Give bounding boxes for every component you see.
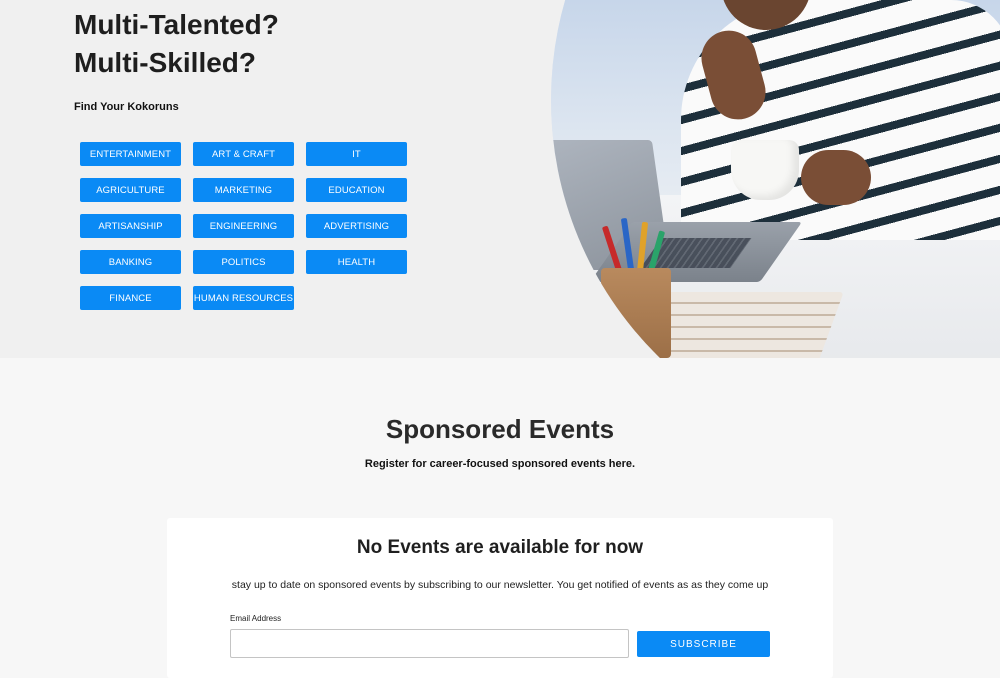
category-button-banking[interactable]: BANKING <box>80 250 181 274</box>
category-button-human-resources[interactable]: HUMAN RESOURCES <box>193 286 294 310</box>
category-button-artisanship[interactable]: ARTISANSHIP <box>80 214 181 238</box>
hero-title: Multi-Talented? Multi-Skilled? <box>74 6 279 82</box>
sponsored-events-subtitle: Register for career-focused sponsored ev… <box>364 458 636 470</box>
category-button-engineering[interactable]: ENGINEERING <box>193 214 294 238</box>
email-label: Email Address <box>230 614 282 623</box>
hero-photo-scene <box>551 0 1000 358</box>
hero-subtitle: Find Your Kokoruns <box>74 101 179 113</box>
newsletter-description: stay up to date on sponsored events by s… <box>231 579 769 591</box>
photo-coffee-cup <box>731 140 799 200</box>
hero-title-line-2: Multi-Skilled? <box>74 47 256 78</box>
category-button-politics[interactable]: POLITICS <box>193 250 294 274</box>
category-grid: ENTERTAINMENT ART & CRAFT IT AGRICULTURE… <box>80 142 410 310</box>
photo-hand-right <box>801 150 871 205</box>
hero-section: Multi-Talented? Multi-Skilled? Find Your… <box>0 0 1000 358</box>
photo-pencil-holder <box>601 268 671 358</box>
category-button-marketing[interactable]: MARKETING <box>193 178 294 202</box>
no-events-title: No Events are available for now <box>356 537 644 558</box>
category-button-advertising[interactable]: ADVERTISING <box>306 214 407 238</box>
category-button-education[interactable]: EDUCATION <box>306 178 407 202</box>
category-button-art-craft[interactable]: ART & CRAFT <box>193 142 294 166</box>
category-button-health[interactable]: HEALTH <box>306 250 407 274</box>
category-button-it[interactable]: IT <box>306 142 407 166</box>
category-button-agriculture[interactable]: AGRICULTURE <box>80 178 181 202</box>
category-button-entertainment[interactable]: ENTERTAINMENT <box>80 142 181 166</box>
subscribe-button[interactable]: Subscribe <box>637 631 770 657</box>
sponsored-events-title: Sponsored Events <box>385 414 615 444</box>
hero-title-line-1: Multi-Talented? <box>74 9 279 40</box>
events-card: No Events are available for now stay up … <box>167 518 833 678</box>
email-input[interactable] <box>230 629 629 658</box>
hero-photo <box>551 0 1000 358</box>
category-button-finance[interactable]: FINANCE <box>80 286 181 310</box>
